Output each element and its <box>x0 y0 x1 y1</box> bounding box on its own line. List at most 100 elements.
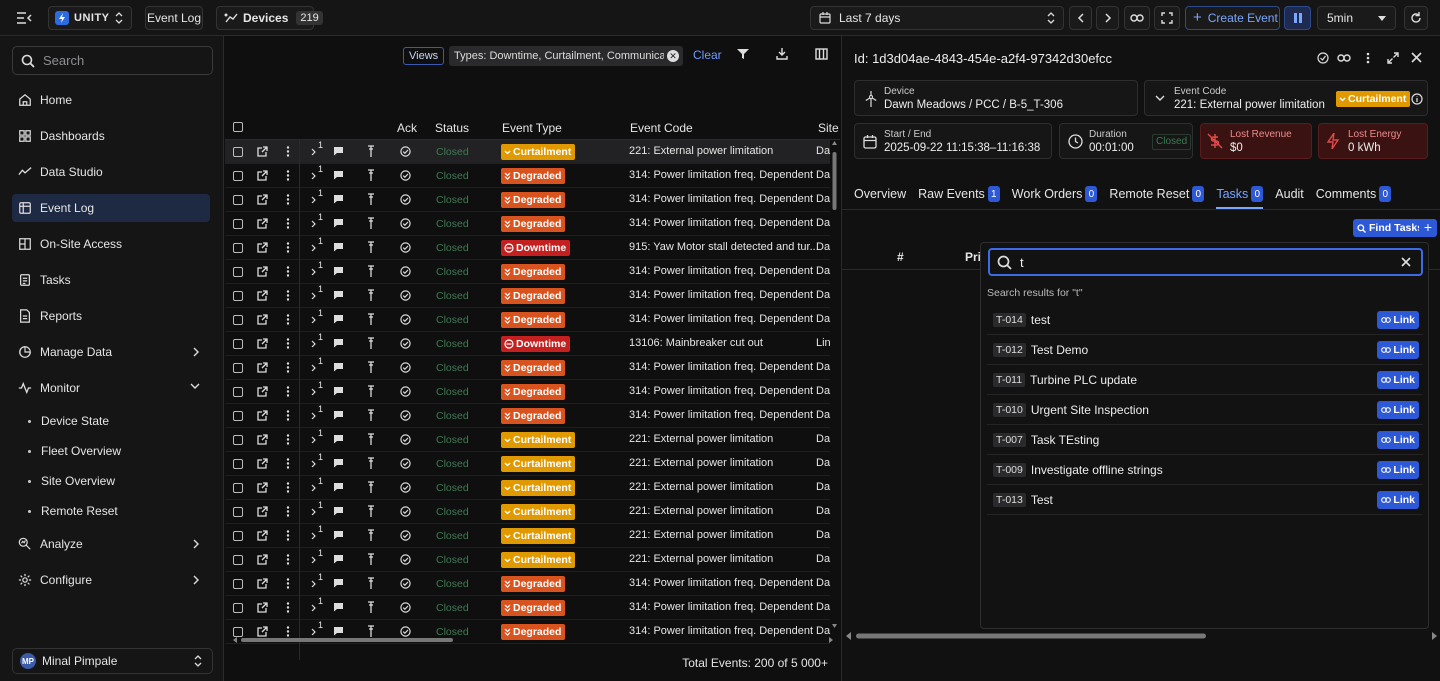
table-row[interactable]: 1 Closed Curtailment 221: External power li… <box>225 452 830 476</box>
sidebar-item-home[interactable]: Home <box>12 86 210 114</box>
comment-icon[interactable] <box>333 482 344 492</box>
comment-icon[interactable] <box>333 362 344 372</box>
comment-icon[interactable] <box>333 554 344 564</box>
ack-icon[interactable] <box>400 482 411 493</box>
more-vertical-icon[interactable] <box>286 434 290 445</box>
more-vertical-icon[interactable] <box>286 218 290 229</box>
more-vertical-icon[interactable] <box>286 338 290 349</box>
open-external-icon[interactable] <box>257 578 268 589</box>
expand-row-icon[interactable] <box>311 244 316 252</box>
monitor-sub-item[interactable]: Site Overview <box>28 470 115 492</box>
ack-icon[interactable] <box>400 266 411 277</box>
row-checkbox[interactable] <box>233 411 243 421</box>
open-external-icon[interactable] <box>257 482 268 493</box>
link-task-button[interactable]: Link <box>1377 311 1419 329</box>
sidebar-item-dashboards[interactable]: Dashboards <box>12 122 210 150</box>
monitor-sub-item[interactable]: Device State <box>28 410 109 432</box>
comment-icon[interactable] <box>333 626 344 636</box>
expand-row-icon[interactable] <box>311 268 316 276</box>
tab-work-orders[interactable]: Work Orders 0 <box>1012 182 1098 206</box>
acknowledge-icon[interactable] <box>1317 52 1329 64</box>
info-icon[interactable] <box>1411 93 1423 105</box>
next-range-button[interactable] <box>1096 6 1119 30</box>
detail-horizontal-scrollbar[interactable] <box>846 632 1437 640</box>
sidebar-item-reports[interactable]: Reports <box>12 302 210 330</box>
comment-icon[interactable] <box>333 506 344 516</box>
sidebar-item-tasks[interactable]: Tasks <box>12 266 210 294</box>
open-external-icon[interactable] <box>257 314 268 325</box>
brand-switcher[interactable]: UNITY <box>48 6 132 30</box>
expand-row-icon[interactable] <box>311 196 316 204</box>
table-row[interactable]: 1 Closed Degraded 314: Power limitation fre… <box>225 572 830 596</box>
open-external-icon[interactable] <box>257 386 268 397</box>
ack-icon[interactable] <box>400 506 411 517</box>
open-external-icon[interactable] <box>257 362 268 373</box>
open-external-icon[interactable] <box>257 218 268 229</box>
tab-raw-events[interactable]: Raw Events 1 <box>918 182 1000 206</box>
user-menu[interactable]: MP Minal Pimpale <box>12 648 213 674</box>
tab-overview[interactable]: Overview <box>854 182 906 206</box>
ack-icon[interactable] <box>400 170 411 181</box>
ack-icon[interactable] <box>400 530 411 541</box>
col-event-code[interactable]: Event Code <box>630 121 693 135</box>
create-event-button[interactable]: + Create Event <box>1185 6 1280 30</box>
expand-row-icon[interactable] <box>311 508 316 516</box>
add-task-button[interactable]: + <box>1419 219 1437 237</box>
row-checkbox[interactable] <box>233 627 243 637</box>
expand-row-icon[interactable] <box>311 412 316 420</box>
row-checkbox[interactable] <box>233 243 243 253</box>
expand-row-icon[interactable] <box>311 340 316 348</box>
more-vertical-icon[interactable] <box>286 626 290 637</box>
expand-row-icon[interactable] <box>311 532 316 540</box>
sidebar-item-manage-data[interactable]: Manage Data <box>12 338 210 366</box>
close-icon[interactable] <box>1411 52 1422 63</box>
table-row[interactable]: 1 Closed Curtailment 221: External power li… <box>225 140 830 164</box>
row-checkbox[interactable] <box>233 315 243 325</box>
ack-icon[interactable] <box>400 146 411 157</box>
task-result-item[interactable]: T-013 Test Link <box>987 485 1423 515</box>
ack-icon[interactable] <box>400 626 411 637</box>
more-vertical-icon[interactable] <box>286 506 290 517</box>
row-checkbox[interactable] <box>233 531 243 541</box>
tab-tasks[interactable]: Tasks 0 <box>1216 182 1264 209</box>
row-checkbox[interactable] <box>233 267 243 277</box>
clear-search-icon[interactable] <box>1401 257 1411 267</box>
col-event-type[interactable]: Event Type <box>502 121 562 135</box>
table-row[interactable]: 1 Closed Curtailment 221: External power li… <box>225 500 830 524</box>
expand-row-icon[interactable] <box>311 604 316 612</box>
open-external-icon[interactable] <box>257 170 268 181</box>
event-code-card[interactable]: Event Code 221: External power limitatio… <box>1144 80 1428 116</box>
sidebar-item-monitor[interactable]: Monitor <box>12 374 210 402</box>
find-tasks-button[interactable]: Find Tasks <box>1353 219 1428 237</box>
remove-filter-icon[interactable]: ✕ <box>667 50 679 62</box>
ack-icon[interactable] <box>400 194 411 205</box>
more-vertical-icon[interactable] <box>286 410 290 421</box>
row-checkbox[interactable] <box>233 555 243 565</box>
row-checkbox[interactable] <box>233 579 243 589</box>
ack-icon[interactable] <box>400 314 411 325</box>
col-ack[interactable]: Ack <box>397 121 417 135</box>
expand-row-icon[interactable] <box>311 628 316 636</box>
table-row[interactable]: 1 Closed Degraded 314: Power limitation fre… <box>225 404 830 428</box>
table-row[interactable]: 1 Closed Degraded 314: Power limitation fre… <box>225 596 830 620</box>
open-external-icon[interactable] <box>257 530 268 541</box>
ack-icon[interactable] <box>400 458 411 469</box>
open-external-icon[interactable] <box>257 554 268 565</box>
expand-row-icon[interactable] <box>311 460 316 468</box>
comment-icon[interactable] <box>333 578 344 588</box>
more-vertical-icon[interactable] <box>286 554 290 565</box>
prev-range-button[interactable] <box>1069 6 1092 30</box>
comment-icon[interactable] <box>333 290 344 300</box>
filter-icon[interactable] <box>737 48 749 60</box>
tab-remote-reset[interactable]: Remote Reset 0 <box>1109 182 1205 206</box>
comment-icon[interactable] <box>333 386 344 396</box>
sidebar-search[interactable]: Search <box>12 46 213 75</box>
ack-icon[interactable] <box>400 554 411 565</box>
open-external-icon[interactable] <box>257 434 268 445</box>
task-result-item[interactable]: T-009 Investigate offline strings Link <box>987 455 1423 485</box>
table-row[interactable]: 1 Closed Degraded 314: Power limitation fre… <box>225 164 830 188</box>
expand-row-icon[interactable] <box>311 388 316 396</box>
row-checkbox[interactable] <box>233 603 243 613</box>
expand-row-icon[interactable] <box>311 292 316 300</box>
task-result-item[interactable]: T-011 Turbine PLC update Link <box>987 365 1423 395</box>
